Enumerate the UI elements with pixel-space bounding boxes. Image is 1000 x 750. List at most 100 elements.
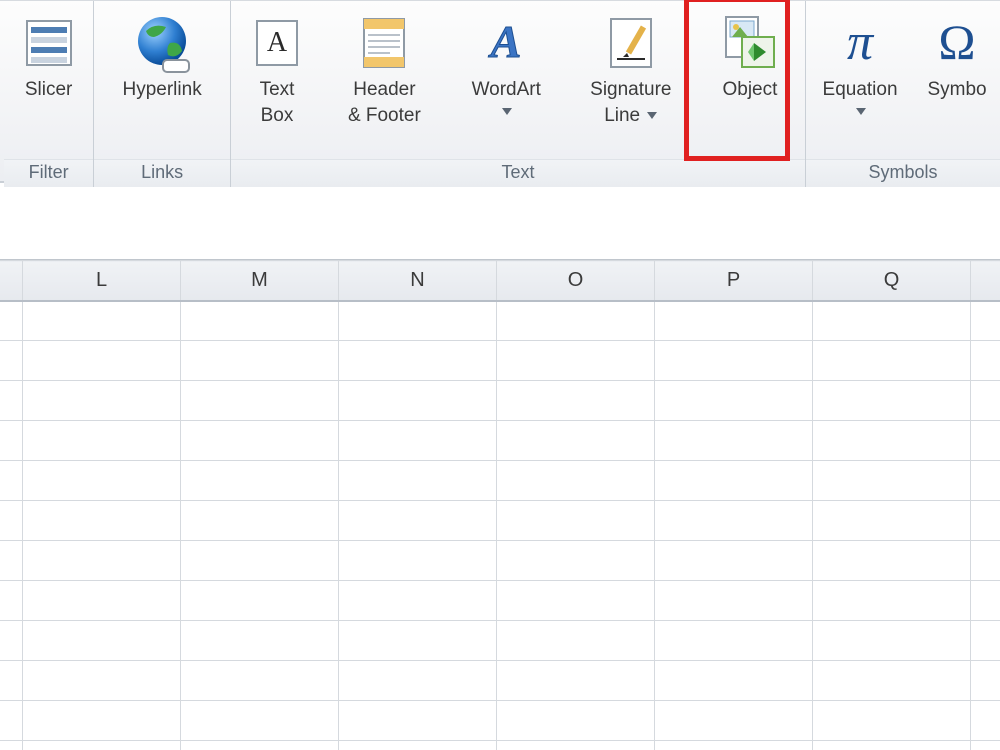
cell[interactable]	[813, 381, 971, 421]
cell[interactable]	[23, 461, 181, 501]
cell[interactable]	[0, 661, 23, 701]
cell[interactable]	[655, 381, 813, 421]
cell[interactable]	[181, 341, 339, 381]
cell[interactable]	[497, 421, 655, 461]
cell[interactable]	[497, 661, 655, 701]
text-box-button[interactable]: A Text Box	[231, 7, 323, 131]
cell[interactable]	[0, 461, 23, 501]
cell[interactable]	[813, 501, 971, 541]
symbol-button[interactable]: Ω Symbo	[914, 7, 1000, 105]
cell[interactable]	[655, 341, 813, 381]
cell[interactable]	[655, 741, 813, 750]
cell[interactable]	[497, 701, 655, 741]
column-header-partial-right[interactable]	[971, 261, 1000, 301]
column-header[interactable]: L	[23, 261, 181, 301]
cell[interactable]	[971, 501, 1000, 541]
cell[interactable]	[971, 301, 1000, 341]
cell[interactable]	[339, 461, 497, 501]
cell[interactable]	[339, 501, 497, 541]
cell[interactable]	[0, 421, 23, 461]
cell[interactable]	[971, 421, 1000, 461]
cell[interactable]	[23, 621, 181, 661]
cell[interactable]	[23, 421, 181, 461]
cell[interactable]	[181, 381, 339, 421]
cell[interactable]	[971, 621, 1000, 661]
cell[interactable]	[23, 381, 181, 421]
column-header[interactable]: N	[339, 261, 497, 301]
header-footer-button[interactable]: Header & Footer	[323, 7, 446, 131]
cell[interactable]	[655, 501, 813, 541]
cell[interactable]	[971, 661, 1000, 701]
wordart-button[interactable]: A WordArt	[446, 7, 567, 127]
cell[interactable]	[339, 581, 497, 621]
cell[interactable]	[0, 501, 23, 541]
cell[interactable]	[971, 581, 1000, 621]
cell[interactable]	[0, 701, 23, 741]
column-header[interactable]: Q	[813, 261, 971, 301]
cell[interactable]	[181, 581, 339, 621]
spreadsheet-grid[interactable]: LMNOPQ	[0, 260, 1000, 750]
cell[interactable]	[655, 541, 813, 581]
cell[interactable]	[655, 661, 813, 701]
cell[interactable]	[813, 621, 971, 661]
cell[interactable]	[23, 541, 181, 581]
cell[interactable]	[339, 701, 497, 741]
cell[interactable]	[0, 741, 23, 750]
cell[interactable]	[0, 301, 23, 341]
cell[interactable]	[23, 501, 181, 541]
cell[interactable]	[813, 341, 971, 381]
cell[interactable]	[813, 461, 971, 501]
cell[interactable]	[181, 501, 339, 541]
cell[interactable]	[971, 741, 1000, 750]
cell[interactable]	[339, 621, 497, 661]
column-header[interactable]: O	[497, 261, 655, 301]
column-header[interactable]: M	[181, 261, 339, 301]
cell[interactable]	[971, 341, 1000, 381]
cell[interactable]	[181, 541, 339, 581]
cell[interactable]	[181, 301, 339, 341]
slicer-button[interactable]: Slicer	[9, 7, 89, 105]
signature-line-button[interactable]: Signature Line	[567, 7, 695, 131]
cell[interactable]	[339, 541, 497, 581]
cell[interactable]	[655, 301, 813, 341]
cell[interactable]	[23, 701, 181, 741]
cell[interactable]	[23, 301, 181, 341]
cell[interactable]	[497, 581, 655, 621]
cell[interactable]	[813, 581, 971, 621]
cell[interactable]	[497, 741, 655, 750]
cell[interactable]	[497, 621, 655, 661]
cell[interactable]	[339, 381, 497, 421]
cell[interactable]	[497, 381, 655, 421]
cell[interactable]	[655, 461, 813, 501]
cell[interactable]	[0, 341, 23, 381]
hyperlink-button[interactable]: Hyperlink	[115, 7, 210, 105]
cell[interactable]	[813, 661, 971, 701]
cell[interactable]	[971, 461, 1000, 501]
cell[interactable]	[23, 661, 181, 701]
cell[interactable]	[497, 541, 655, 581]
column-header-partial-left[interactable]	[0, 261, 23, 301]
cell[interactable]	[0, 381, 23, 421]
cell[interactable]	[813, 421, 971, 461]
equation-button[interactable]: π Equation	[806, 7, 914, 127]
cell[interactable]	[813, 741, 971, 750]
cell[interactable]	[339, 741, 497, 750]
cell[interactable]	[0, 541, 23, 581]
cell[interactable]	[497, 301, 655, 341]
cell[interactable]	[339, 301, 497, 341]
cell[interactable]	[655, 421, 813, 461]
cell[interactable]	[497, 341, 655, 381]
cell[interactable]	[23, 341, 181, 381]
cell[interactable]	[971, 541, 1000, 581]
object-button[interactable]: Object	[695, 7, 805, 105]
cell[interactable]	[0, 581, 23, 621]
cell[interactable]	[655, 581, 813, 621]
cell[interactable]	[181, 741, 339, 750]
cell[interactable]	[813, 301, 971, 341]
cell[interactable]	[339, 341, 497, 381]
cell[interactable]	[23, 741, 181, 750]
cell[interactable]	[181, 701, 339, 741]
cell[interactable]	[181, 621, 339, 661]
cell[interactable]	[971, 701, 1000, 741]
cell[interactable]	[181, 421, 339, 461]
